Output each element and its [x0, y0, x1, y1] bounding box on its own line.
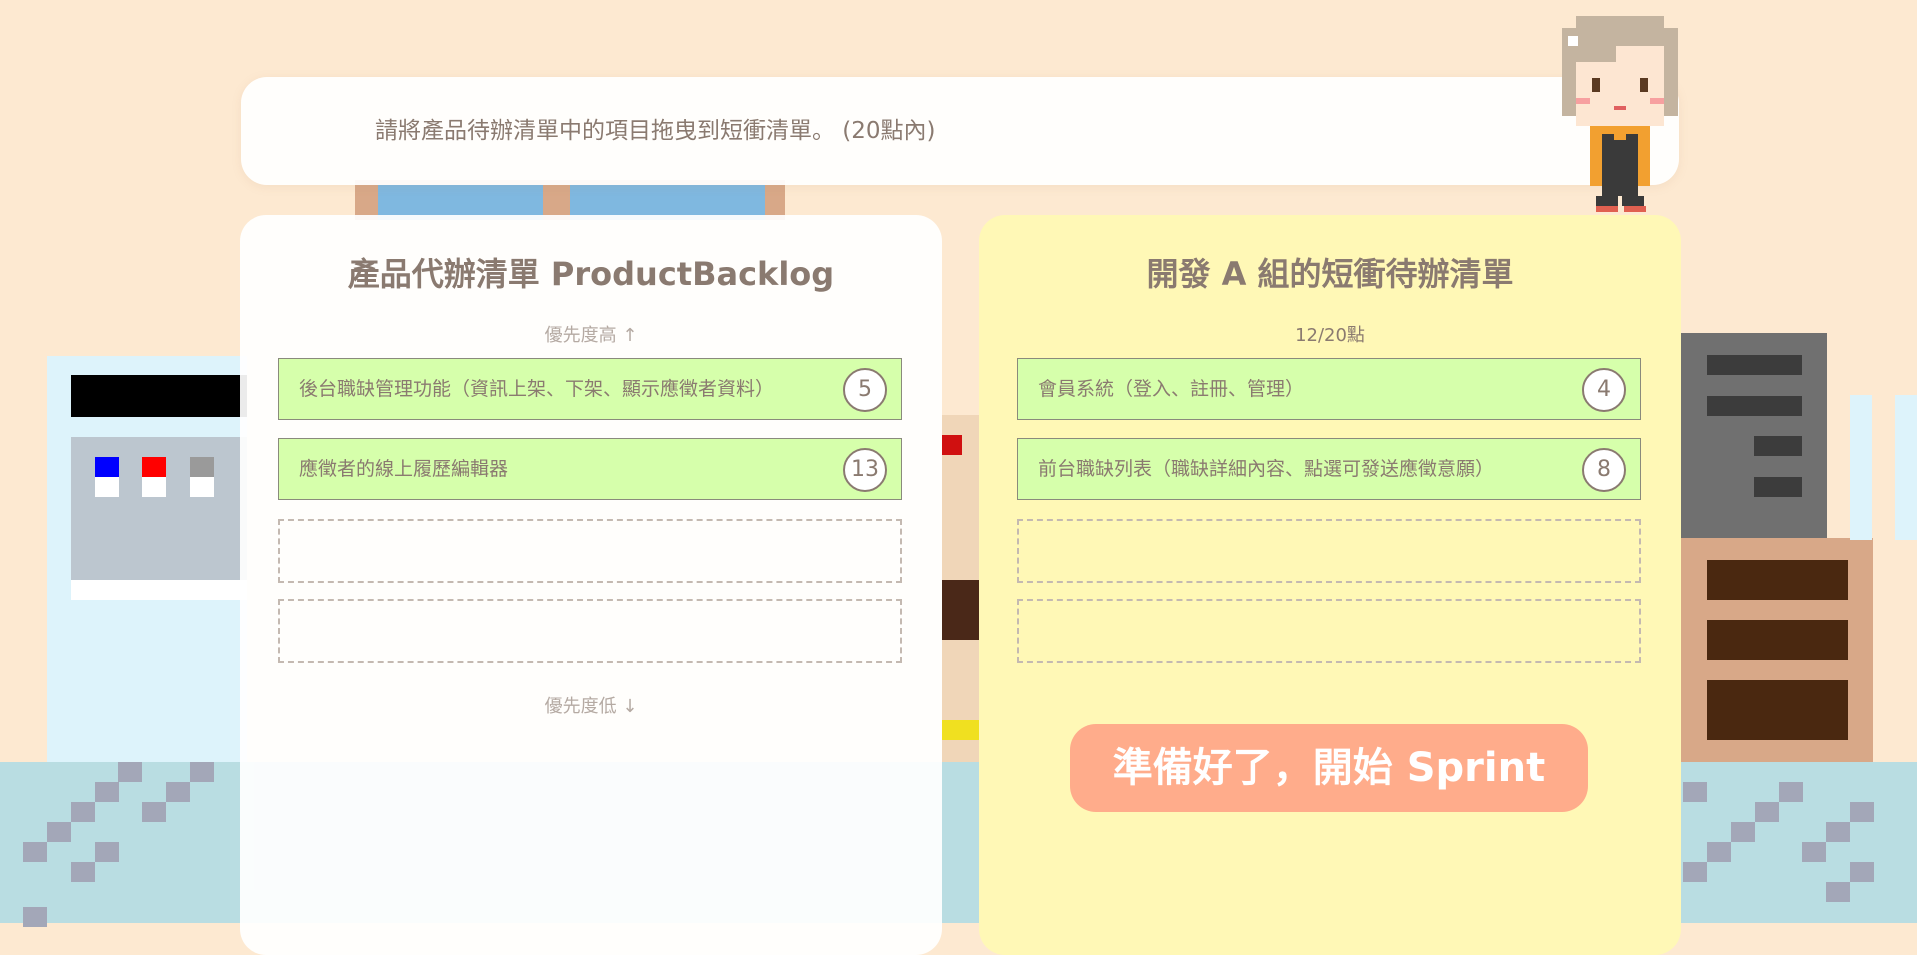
- cabinet-slot: [1754, 477, 1802, 497]
- pixel-character-icon: [1562, 16, 1678, 212]
- shelf-detail: [942, 580, 979, 640]
- machine-detail: [190, 477, 214, 497]
- instruction-banner: 請將產品待辦清單中的項目拖曳到短衝清單。 (20點內): [241, 77, 1679, 185]
- cabinet-slot: [1707, 355, 1802, 375]
- backlog-item[interactable]: 後台職缺管理功能（資訊上架、下架、顯示應徵者資料） 5: [278, 358, 902, 420]
- start-sprint-button[interactable]: 準備好了，開始 Sprint: [1070, 724, 1588, 812]
- cabinet-slot: [1707, 396, 1802, 416]
- story-points-badge: 4: [1582, 368, 1626, 412]
- sprint-empty-slot[interactable]: [1017, 519, 1641, 583]
- drawer: [1707, 680, 1848, 740]
- pillar: [1850, 395, 1872, 540]
- backlog-item-label: 應徵者的線上履歷編輯器: [299, 458, 509, 480]
- drawer: [1707, 620, 1848, 660]
- story-points-badge: 13: [843, 448, 887, 492]
- sprint-item[interactable]: 會員系統（登入、註冊、管理） 4: [1017, 358, 1641, 420]
- machine-detail: [142, 477, 166, 497]
- backlog-item[interactable]: 應徵者的線上履歷編輯器 13: [278, 438, 902, 500]
- cabinet-slot: [1754, 436, 1802, 456]
- sprint-title: 開發 A 組的短衝待辦清單: [1146, 255, 1514, 293]
- backlog-title: 產品代辦清單 ProductBacklog: [347, 255, 835, 293]
- instruction-text: 請將產品待辦清單中的項目拖曳到短衝清單。 (20點內): [375, 118, 936, 144]
- priority-low-hint: 優先度低 ↓: [544, 696, 638, 717]
- priority-high-hint: 優先度高 ↑: [544, 325, 638, 346]
- backlog-empty-slot[interactable]: [278, 599, 902, 663]
- machine-screen: [71, 375, 247, 417]
- sprint-points-summary: 12/20點: [1295, 325, 1365, 346]
- drawer: [1707, 560, 1848, 600]
- red-light: [142, 457, 166, 477]
- blue-light: [95, 457, 119, 477]
- sprint-backlog-panel: 開發 A 組的短衝待辦清單 12/20點 會員系統（登入、註冊、管理） 4 前台…: [979, 215, 1681, 955]
- sprint-item[interactable]: 前台職缺列表（職缺詳細內容、點選可發送應徵意願） 8: [1017, 438, 1641, 500]
- sprint-item-label: 前台職缺列表（職缺詳細內容、點選可發送應徵意願）: [1038, 458, 1495, 480]
- story-points-badge: 8: [1582, 448, 1626, 492]
- grey-light: [190, 457, 214, 477]
- story-points-badge: 5: [843, 368, 887, 412]
- shelf-detail: [942, 720, 979, 740]
- machine-detail: [95, 477, 119, 497]
- backlog-empty-slot[interactable]: [278, 519, 902, 583]
- machine-detail: [71, 580, 247, 600]
- backlog-item-label: 後台職缺管理功能（資訊上架、下架、顯示應徵者資料）: [299, 378, 775, 400]
- product-backlog-panel: 產品代辦清單 ProductBacklog 優先度高 ↑ 後台職缺管理功能（資訊…: [240, 215, 942, 955]
- shelf-detail: [942, 435, 962, 455]
- sprint-item-label: 會員系統（登入、註冊、管理）: [1038, 378, 1305, 400]
- pillar: [1895, 395, 1917, 540]
- sprint-empty-slot[interactable]: [1017, 599, 1641, 663]
